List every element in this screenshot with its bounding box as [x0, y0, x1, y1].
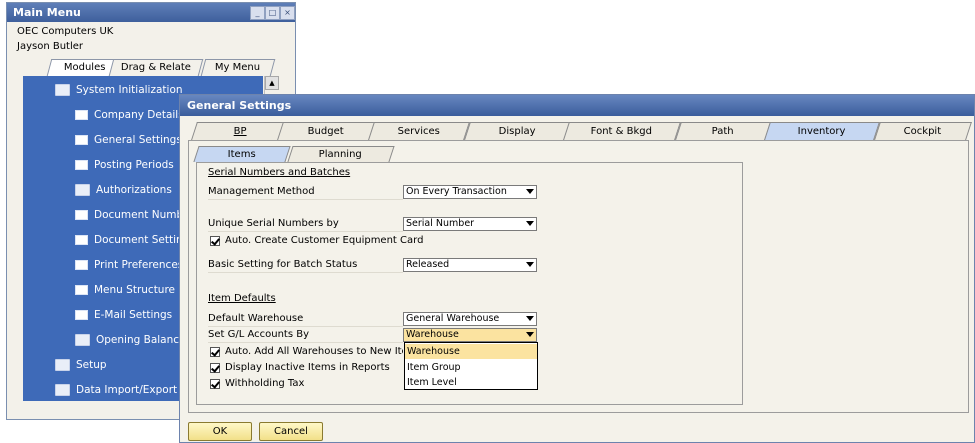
item-defaults-section-title: Item Defaults — [208, 293, 276, 304]
tab-budget[interactable]: Budget — [277, 122, 375, 140]
subtab-items[interactable]: Items — [193, 146, 291, 162]
form-icon — [75, 260, 88, 270]
dropdown-option-warehouse[interactable]: Warehouse — [405, 344, 537, 359]
form-icon — [75, 110, 88, 120]
dropdown-arrow-icon — [526, 316, 534, 321]
dropdown-option-item-group[interactable]: Item Group — [405, 360, 537, 375]
auto-create-equipment-checkbox[interactable] — [210, 236, 220, 246]
maximize-icon[interactable]: □ — [265, 6, 280, 20]
folder-icon — [75, 334, 90, 346]
gl-accounts-label: Set G/L Accounts By — [208, 329, 310, 340]
form-icon — [75, 135, 88, 145]
display-inactive-label: Display Inactive Items in Reports — [225, 362, 390, 373]
gl-accounts-dropdown-list: Warehouse Item Group Item Level — [404, 342, 538, 390]
ok-button[interactable]: OK — [188, 422, 252, 441]
tab-cockpit[interactable]: Cockpit — [874, 122, 972, 140]
folder-icon — [55, 384, 70, 396]
gl-accounts-select[interactable]: Warehouse — [403, 328, 537, 342]
tab-my-menu[interactable]: My Menu — [200, 59, 276, 76]
row-divider — [208, 272, 403, 273]
dropdown-arrow-icon — [526, 332, 534, 337]
dropdown-option-item-level[interactable]: Item Level — [405, 375, 537, 390]
auto-create-equipment-label: Auto. Create Customer Equipment Card — [225, 235, 424, 246]
folder-icon — [75, 184, 90, 196]
tree-item-system-initialization[interactable]: System Initialization — [55, 80, 183, 100]
folder-icon — [55, 359, 70, 371]
unique-serial-select[interactable]: Serial Number — [403, 217, 537, 231]
tree-item-company-details[interactable]: Company Details — [75, 105, 184, 125]
tree-item-document-number[interactable]: Document Number — [75, 205, 194, 225]
company-name: OEC Computers UK — [17, 26, 114, 37]
form-icon — [75, 285, 88, 295]
dropdown-arrow-icon — [526, 262, 534, 267]
auto-add-warehouses-checkbox[interactable] — [210, 347, 220, 357]
tab-services[interactable]: Services — [368, 122, 470, 140]
dropdown-arrow-icon — [526, 221, 534, 226]
default-warehouse-label: Default Warehouse — [208, 313, 304, 324]
batch-status-label: Basic Setting for Batch Status — [208, 259, 358, 270]
scroll-up-icon[interactable]: ▲ — [265, 76, 279, 90]
general-settings-window: General Settings BP Budget Services Disp… — [179, 94, 975, 443]
folder-open-icon — [55, 84, 70, 96]
cancel-button[interactable]: Cancel — [259, 422, 323, 441]
form-icon — [75, 210, 88, 220]
general-settings-title: General Settings — [180, 95, 974, 116]
user-name: Jayson Butler — [17, 41, 84, 52]
default-warehouse-select[interactable]: General Warehouse — [403, 312, 537, 326]
row-divider — [208, 199, 403, 200]
tab-inventory[interactable]: Inventory — [764, 122, 880, 140]
tree-item-setup[interactable]: Setup — [55, 355, 107, 375]
row-divider — [208, 326, 403, 327]
tree-item-print-preferences[interactable]: Print Preferences — [75, 255, 183, 275]
tab-font-bkgd[interactable]: Font & Bkgd — [563, 122, 681, 140]
tab-drag-relate[interactable]: Drag & Relate — [108, 59, 204, 76]
subtab-planning[interactable]: Planning — [287, 146, 395, 162]
batch-status-select[interactable]: Released — [403, 258, 537, 272]
withholding-tax-checkbox[interactable] — [210, 379, 220, 389]
tree-item-posting-periods[interactable]: Posting Periods — [75, 155, 174, 175]
unique-serial-label: Unique Serial Numbers by — [208, 218, 339, 229]
form-icon — [75, 310, 88, 320]
dropdown-arrow-icon — [526, 189, 534, 194]
management-method-label: Management Method — [208, 186, 315, 197]
close-icon[interactable]: × — [280, 6, 295, 20]
form-icon — [75, 160, 88, 170]
auto-add-warehouses-label: Auto. Add All Warehouses to New Items — [225, 346, 403, 357]
minimize-icon[interactable]: _ — [250, 6, 265, 20]
tree-item-authorizations[interactable]: Authorizations — [75, 180, 172, 200]
tree-item-opening-balances[interactable]: Opening Balances — [75, 330, 191, 350]
form-icon — [75, 235, 88, 245]
tree-item-document-setting[interactable]: Document Setting — [75, 230, 189, 250]
serial-numbers-section-title: Serial Numbers and Batches — [208, 167, 351, 178]
tab-path[interactable]: Path — [675, 122, 771, 140]
tree-item-general-settings[interactable]: General Settings — [75, 130, 182, 150]
tree-item-email-settings[interactable]: E-Mail Settings — [75, 305, 172, 325]
tree-item-data-import-export[interactable]: Data Import/Export — [55, 380, 177, 400]
row-divider — [208, 231, 403, 232]
withholding-tax-label: Withholding Tax — [225, 378, 305, 389]
tree-item-menu-structure[interactable]: Menu Structure — [75, 280, 175, 300]
management-method-select[interactable]: On Every Transaction — [403, 185, 537, 199]
tab-display[interactable]: Display — [464, 122, 570, 140]
display-inactive-checkbox[interactable] — [210, 363, 220, 373]
tab-bp[interactable]: BP — [191, 122, 289, 140]
row-divider — [208, 342, 403, 343]
